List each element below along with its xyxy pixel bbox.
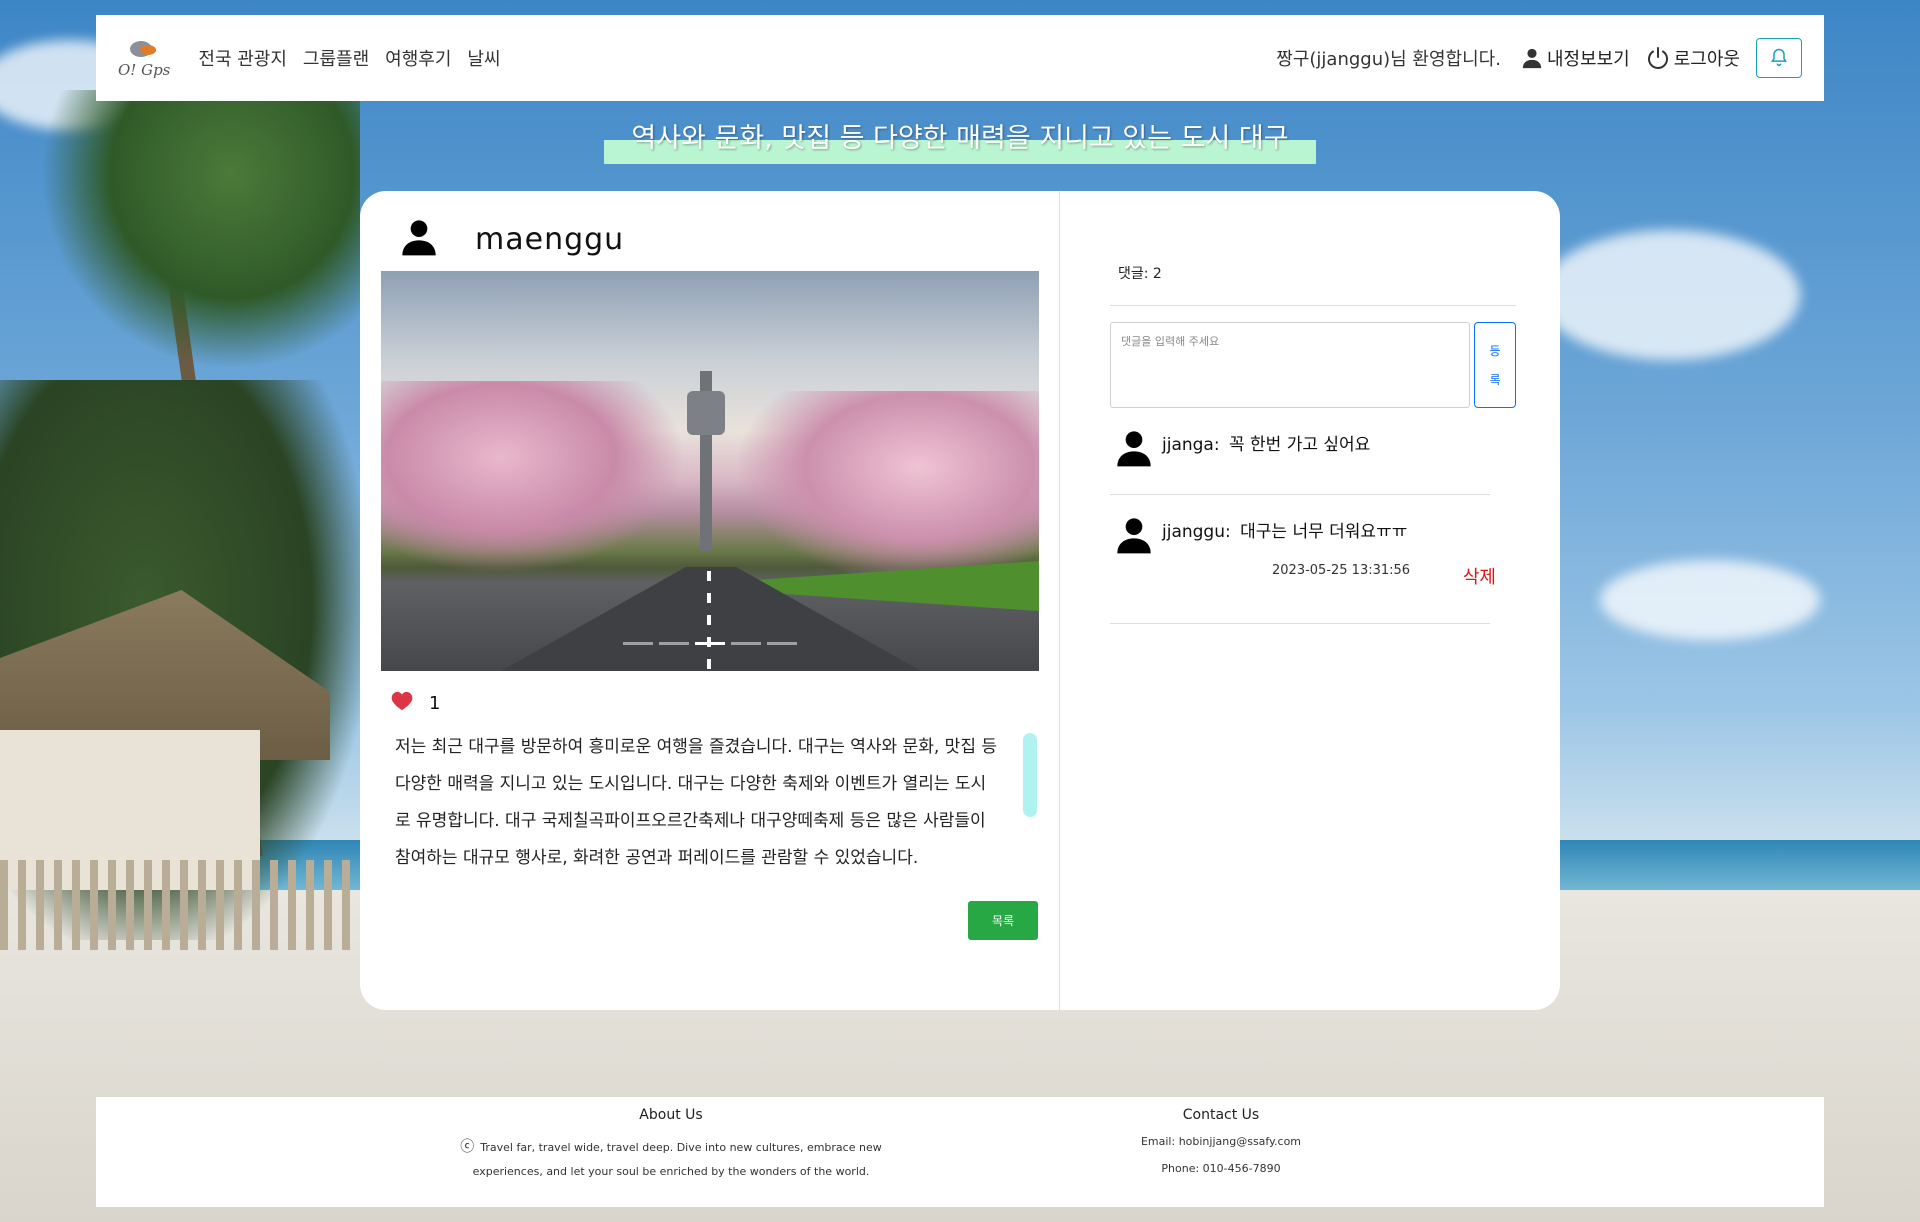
comments-panel: 댓글: 2 등 록 jjanga: 꼭 한번 가고 싶어요 jjan [1060,191,1560,1010]
nav-link-attractions[interactable]: 전국 관광지 [198,45,287,71]
carousel-indicator[interactable] [695,642,725,645]
post-author: maenggu [381,215,1039,263]
comment-text: 꼭 한번 가고 싶어요 [1228,435,1371,455]
content-scrollbar[interactable] [1023,733,1037,817]
list-button[interactable]: 목록 [968,901,1038,940]
bell-icon [1769,47,1789,70]
post-title: 역사와 문화, 맛집 등 다양한 매력을 지니고 있는 도시 대구 [604,120,1316,164]
register-label-2: 록 [1489,373,1501,387]
carousel-indicators[interactable] [623,642,797,645]
comment-form: 등 록 [1110,322,1516,408]
comment-input[interactable] [1110,322,1470,408]
like-count: 1 [429,692,441,714]
carousel-indicator[interactable] [767,642,797,645]
nav-link-group-plan[interactable]: 그룹플랜 [303,45,369,71]
notification-button[interactable] [1756,38,1802,78]
carousel-indicator[interactable] [659,642,689,645]
top-navbar: O! Gps 전국 관광지 그룹플랜 여행후기 날씨 짱구(jjanggu)님 … [96,15,1824,101]
comment-user: jjanggu: [1162,522,1231,542]
logo-text: O! Gps [118,61,171,79]
footer-about-title: About Us [639,1107,703,1123]
logout-label: 로그아웃 [1673,49,1740,70]
footer-phone: Phone: 010-456-7890 [1161,1162,1281,1175]
my-info-label: 내정보보기 [1546,49,1630,70]
footer: About Us ⓒ Travel far, travel wide, trave… [96,1097,1824,1207]
author-name: maenggu [475,221,625,257]
power-icon [1646,46,1670,70]
comment-count: 댓글: 2 [1118,266,1162,282]
person-icon [1521,47,1543,69]
post-content: 저는 최근 대구를 방문하여 흥미로운 여행을 즐겼습니다. 대구는 역사와 문… [395,737,998,868]
avatar-icon [1114,515,1154,623]
post-panel: maenggu 1 저는 최근 대구를 방문하여 흥미로운 여행을 즐겼습니다.… [360,191,1060,1010]
nav-link-weather[interactable]: 날씨 [467,45,500,71]
logo[interactable]: O! Gps [118,37,170,79]
comment-item: jjanga: 꼭 한번 가고 싶어요 [1110,408,1516,494]
footer-email: Email: hobinjjang@ssafy.com [1140,1135,1302,1148]
heart-icon[interactable] [391,691,413,715]
divider [1110,623,1490,624]
comment-register-button[interactable]: 등 록 [1474,322,1516,408]
post-image-carousel[interactable] [381,271,1039,671]
footer-contact-title: Contact Us [1182,1107,1260,1123]
nav-link-reviews[interactable]: 여행후기 [385,45,451,71]
comment-text: 대구는 너무 더워요ㅠㅠ [1240,522,1408,542]
author-avatar-icon [399,217,439,261]
post-content-scroll[interactable]: 저는 최근 대구를 방문하여 흥미로운 여행을 즐겼습니다. 대구는 역사와 문… [381,729,1039,879]
post-card: maenggu 1 저는 최근 대구를 방문하여 흥미로운 여행을 즐겼습니다.… [360,191,1560,1010]
carousel-indicator[interactable] [623,642,653,645]
divider [1110,305,1516,306]
comment-user: jjanga: [1162,435,1220,455]
my-info-link[interactable]: 내정보보기 [1521,45,1630,71]
delete-comment-button[interactable]: 삭제 [1463,563,1496,589]
logo-icon [126,37,162,59]
welcome-text: 짱구(jjanggu)님 환영합니다. [1276,49,1501,70]
avatar-icon [1114,428,1154,494]
register-label-1: 등 [1489,344,1501,358]
footer-about-text: ⓒ Travel far, travel wide, travel deep. D… [426,1135,916,1184]
comment-item: jjanggu: 대구는 너무 더워요ㅠㅠ 2023-05-25 13:31:5… [1110,495,1516,623]
footer-about: About Us ⓒ Travel far, travel wide, trave… [426,1097,916,1184]
footer-contact: Contact Us Email: hobinjjang@ssafy.com P… [1096,1097,1346,1175]
carousel-indicator[interactable] [731,642,761,645]
copyright-icon: ⓒ [460,1139,475,1155]
comment-date: 2023-05-25 13:31:56 [1272,563,1411,578]
logout-link[interactable]: 로그아웃 [1646,45,1740,71]
like-section: 1 [381,691,1039,715]
footer-about-body: Travel far, travel wide, travel deep. Di… [472,1141,882,1178]
